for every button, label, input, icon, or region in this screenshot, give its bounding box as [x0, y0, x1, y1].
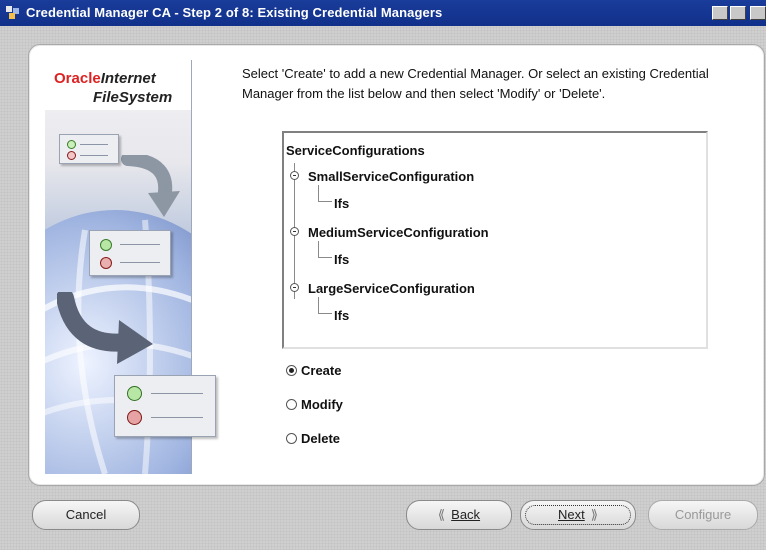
instructions-text: Select 'Create' to add a new Credential …: [242, 66, 709, 101]
focus-ring: [525, 505, 631, 525]
window-title: Credential Manager CA - Step 2 of 8: Exi…: [26, 5, 443, 20]
cancel-button[interactable]: Cancel: [32, 500, 140, 530]
brand-oracle-text: Oracle: [54, 70, 101, 87]
radio-delete-button[interactable]: [286, 433, 297, 444]
collapse-icon[interactable]: [290, 227, 299, 236]
configure-button-label: Configure: [674, 507, 732, 522]
radio-create-button[interactable]: [286, 365, 297, 376]
brand-filesystem-text: FileSystem: [93, 89, 173, 106]
tree-connector: [318, 185, 319, 201]
tree-leaf-small-ifs[interactable]: Ifs: [334, 196, 349, 211]
radio-delete-label[interactable]: Delete: [301, 431, 340, 446]
tree-connector: [318, 297, 319, 313]
radio-modify-label[interactable]: Modify: [301, 397, 343, 412]
close-button[interactable]: [750, 6, 766, 20]
collapse-icon[interactable]: [290, 171, 299, 180]
cancel-button-label: Cancel: [65, 507, 107, 522]
tree-node-small[interactable]: SmallServiceConfiguration: [308, 169, 474, 184]
tree-connector: [318, 201, 332, 202]
tree-node-large[interactable]: LargeServiceConfiguration: [308, 281, 475, 296]
tree-leaf-medium-ifs[interactable]: Ifs: [334, 252, 349, 267]
configure-button[interactable]: Configure: [648, 500, 758, 530]
tree-connector: [318, 313, 332, 314]
chevron-left-icon: ⟪: [437, 507, 446, 522]
radio-create-label[interactable]: Create: [301, 363, 341, 378]
maximize-button[interactable]: [730, 6, 746, 20]
step-card-large: [114, 375, 216, 437]
radio-modify-button[interactable]: [286, 399, 297, 410]
next-button[interactable]: Next ⟫: [520, 500, 636, 530]
tree-leaf-large-ifs[interactable]: Ifs: [334, 308, 349, 323]
brand-internet-text: Internet: [100, 70, 156, 87]
arrow-curve-icon: [121, 155, 180, 217]
app-icon: [6, 6, 19, 19]
step-card-small: [59, 134, 119, 164]
tree-connector: [318, 241, 319, 257]
tree-node-medium[interactable]: MediumServiceConfiguration: [308, 225, 489, 240]
brand-logo: OracleInternet: [54, 70, 156, 87]
collapse-icon[interactable]: [290, 283, 299, 292]
tree-connector: [318, 257, 332, 258]
step-card-medium: [89, 230, 171, 276]
minimize-button[interactable]: [712, 6, 728, 20]
title-bar: Credential Manager CA - Step 2 of 8: Exi…: [0, 0, 766, 26]
back-button-label: Back: [451, 507, 481, 522]
arrow-curve-icon-2: [57, 292, 153, 364]
tree-root[interactable]: ServiceConfigurations: [286, 143, 425, 158]
back-button[interactable]: ⟪ Back: [406, 500, 512, 530]
credential-manager-tree[interactable]: ServiceConfigurations SmallServiceConfig…: [282, 131, 708, 349]
